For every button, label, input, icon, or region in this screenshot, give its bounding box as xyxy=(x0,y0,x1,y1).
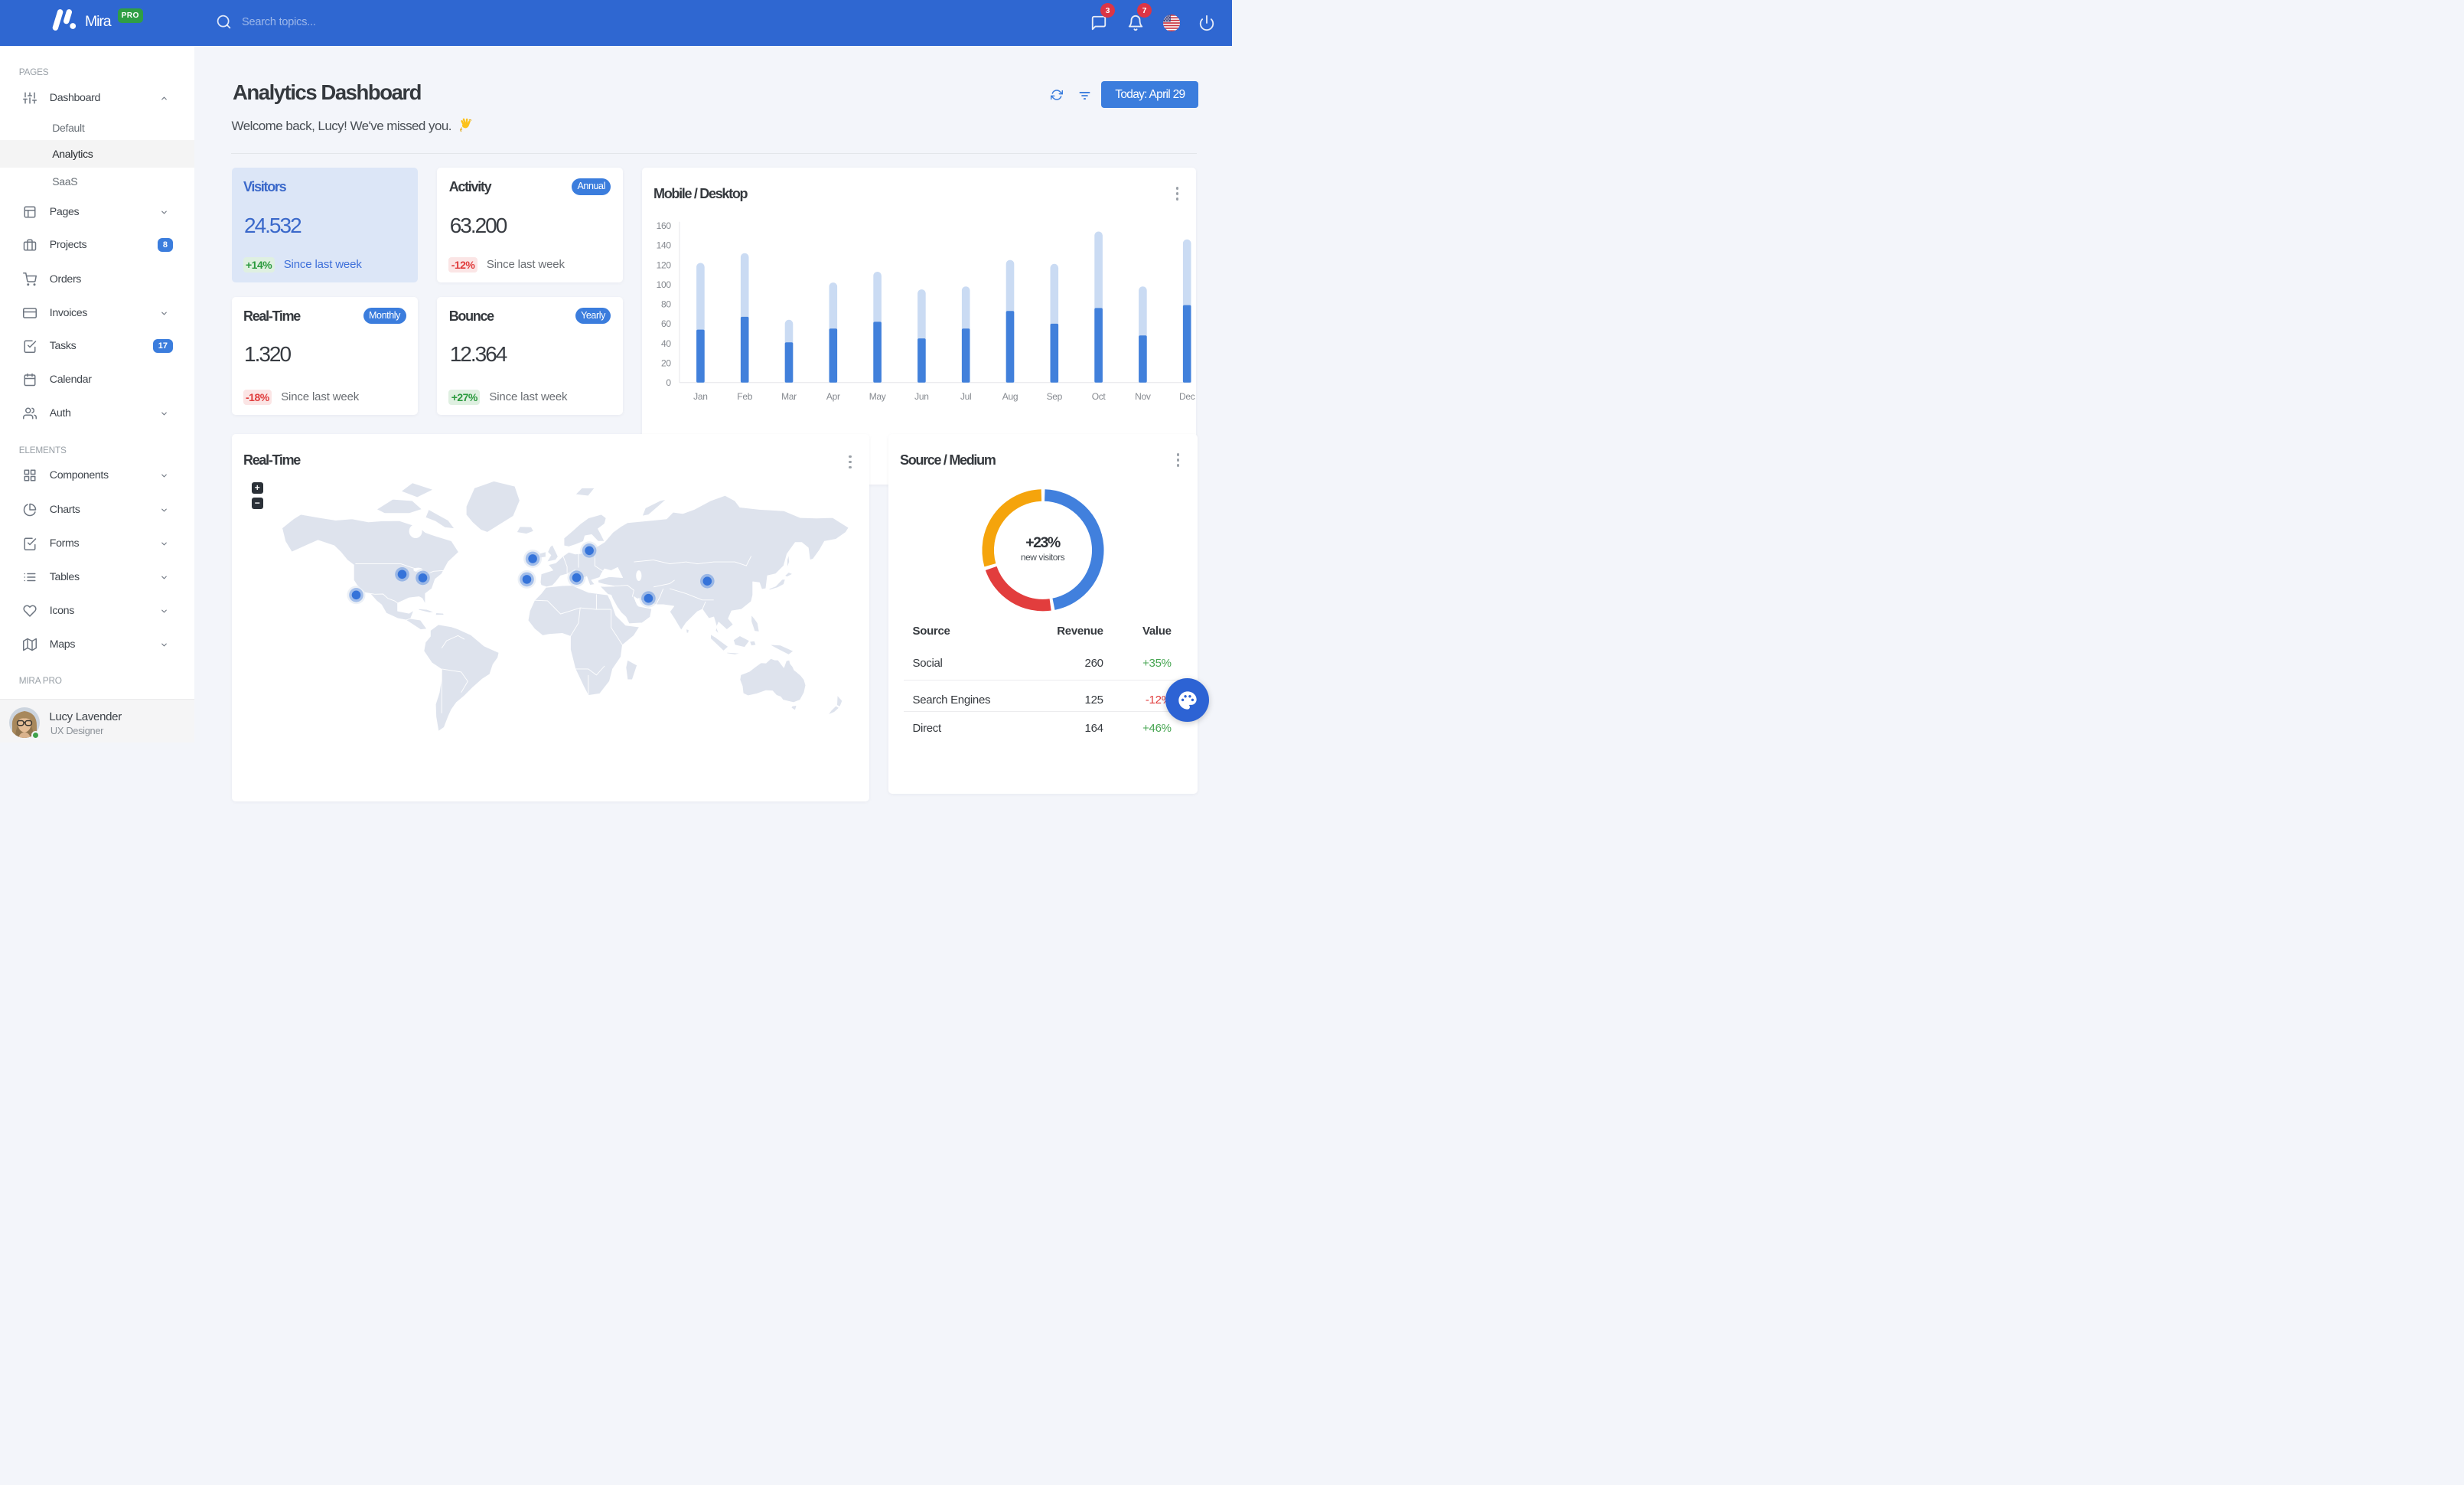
svg-text:Dec: Dec xyxy=(1178,391,1195,402)
svg-text:140: 140 xyxy=(656,240,671,251)
svg-text:Aug: Aug xyxy=(1002,391,1017,402)
svg-text:80: 80 xyxy=(661,299,671,310)
svg-text:0: 0 xyxy=(666,377,671,388)
svg-text:120: 120 xyxy=(656,259,671,270)
svg-text:60: 60 xyxy=(661,318,671,329)
svg-text:Nov: Nov xyxy=(1135,391,1151,402)
svg-text:Jul: Jul xyxy=(960,391,970,402)
svg-text:Oct: Oct xyxy=(1091,391,1106,402)
svg-text:Mar: Mar xyxy=(781,391,797,402)
svg-text:40: 40 xyxy=(661,338,671,349)
svg-text:160: 160 xyxy=(656,220,671,231)
svg-text:100: 100 xyxy=(656,279,671,290)
svg-text:May: May xyxy=(869,391,885,402)
svg-text:Jan: Jan xyxy=(693,391,707,402)
svg-text:Feb: Feb xyxy=(737,391,752,402)
svg-text:Sep: Sep xyxy=(1046,391,1062,402)
svg-text:20: 20 xyxy=(661,358,671,369)
svg-text:Jun: Jun xyxy=(914,391,928,402)
svg-text:Apr: Apr xyxy=(826,391,839,402)
